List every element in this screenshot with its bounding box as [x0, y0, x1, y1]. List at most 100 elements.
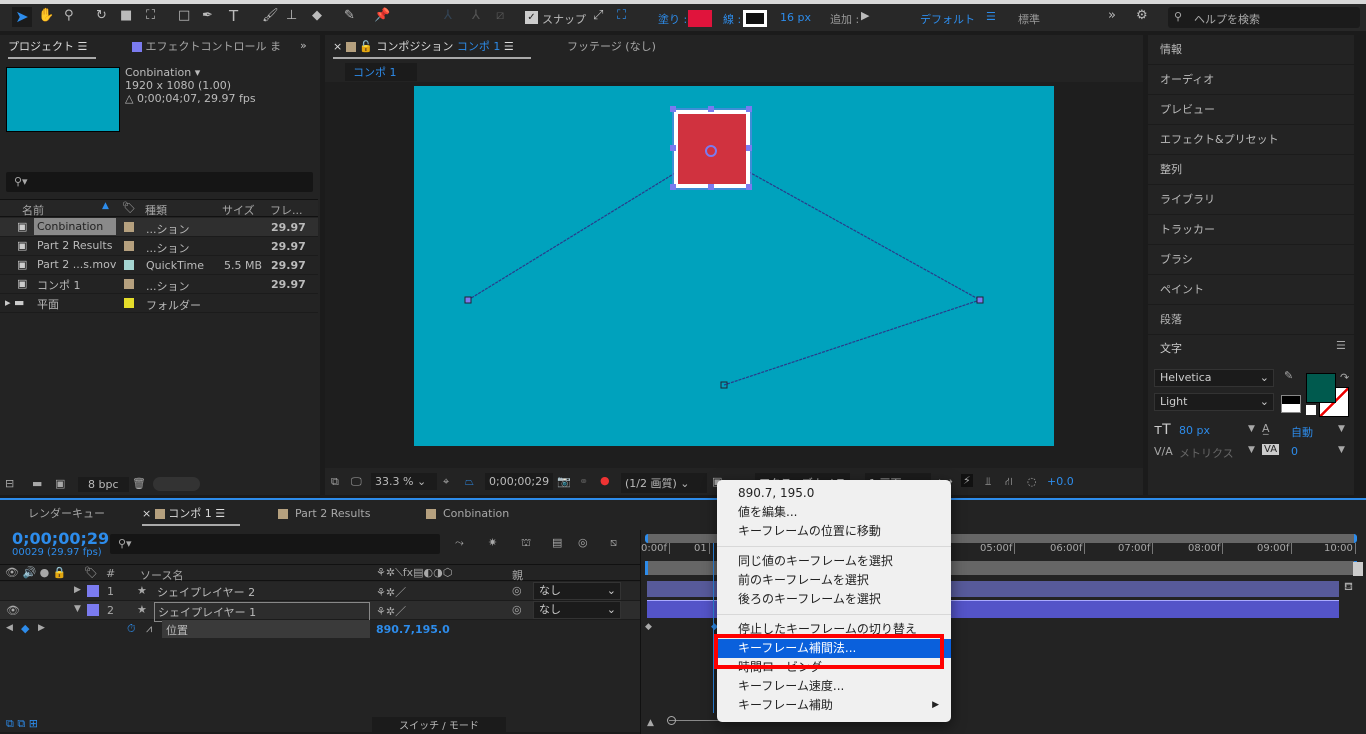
monitor-icon[interactable]: 🖵	[351, 475, 362, 489]
mask-visibility-icon[interactable]: ⏢	[465, 475, 474, 489]
shy-layers-icon[interactable]: ⛫	[521, 536, 531, 551]
panel-item[interactable]: ペイント	[1148, 275, 1354, 305]
new-composition-icon[interactable]: ▣	[55, 477, 65, 490]
zoom-tool-icon[interactable]: ⚲	[64, 8, 74, 23]
zoom-out-icon[interactable]: ▲	[647, 718, 654, 728]
pen-tool-icon[interactable]: ✒	[202, 8, 213, 23]
panel-menu-icon[interactable]: ☰	[78, 40, 88, 53]
column-fps[interactable]: フレ...	[270, 202, 303, 218]
switch-mode-toggle[interactable]: スイッチ / モード	[372, 717, 506, 732]
close-tab-icon[interactable]: ×	[333, 40, 342, 53]
exposure-value[interactable]: +0.0	[1047, 475, 1074, 488]
layer-switches[interactable]: ⚘✲／	[376, 584, 406, 600]
panel-item[interactable]: トラッカー	[1148, 215, 1354, 245]
close-tab-icon[interactable]: ×	[142, 507, 151, 520]
flowchart-icon[interactable]: ⛙	[1005, 475, 1013, 490]
camera-tool-icon[interactable]: ■	[120, 8, 132, 23]
label-tag-icon[interactable]: 🏷	[122, 201, 136, 214]
panel-item[interactable]: プレビュー	[1148, 95, 1354, 125]
font-style-dropdown[interactable]: Light ⌄	[1154, 393, 1274, 411]
tab-composition[interactable]: × 🔓 コンポジション コンポ 1 ☰	[333, 35, 531, 59]
tab-render-queue[interactable]: レンダーキュー	[28, 502, 105, 526]
comp-mini-flowchart-icon[interactable]: ⤳	[455, 536, 464, 550]
tab-comp-1[interactable]: × コンポ 1 ☰	[142, 502, 240, 526]
panel-menu-icon[interactable]: ☰	[215, 507, 225, 520]
snap-checkbox[interactable]: ✓	[525, 11, 538, 24]
label-swatch[interactable]	[87, 585, 99, 597]
project-item[interactable]: ▣ Part 2 ...s.mov QuickTime 5.5 MB 29.97	[0, 256, 318, 275]
font-size-dropdown-icon[interactable]: ▼	[1248, 424, 1255, 434]
panel-item[interactable]: 情報	[1148, 35, 1354, 65]
menu-item[interactable]: キーフレームの位置に移動	[717, 522, 951, 541]
menu-item[interactable]: キーフレーム速度...	[717, 677, 951, 696]
project-item[interactable]: ▸ ▬ 平面 フォルダー	[0, 294, 318, 313]
rectangle-tool-icon[interactable]: □	[178, 8, 190, 23]
label-swatch[interactable]	[124, 279, 134, 289]
pick-whip-icon[interactable]: ◎	[512, 603, 522, 616]
leading-dropdown-icon[interactable]: ▼	[1338, 424, 1345, 434]
font-size-value[interactable]: 80 px	[1179, 424, 1210, 437]
roto-brush-tool-icon[interactable]: ✎	[344, 8, 355, 23]
graph-editor-icon[interactable]: ⧅	[610, 536, 617, 550]
project-item[interactable]: ▣ Part 2 Results ...ション 29.97	[0, 237, 318, 256]
menu-item[interactable]: 890.7, 195.0	[717, 484, 951, 503]
interpret-footage-icon[interactable]: ⊟	[5, 477, 14, 490]
stopwatch-icon[interactable]: ⏱	[127, 622, 136, 636]
stroke-color-swatch[interactable]	[743, 10, 767, 27]
draft-3d-icon[interactable]: ✷	[488, 536, 497, 549]
panel-item[interactable]: 段落	[1148, 305, 1354, 335]
preview-name[interactable]: Conbination ▾	[125, 66, 256, 79]
new-folder-icon[interactable]: ▬	[32, 477, 42, 490]
snapshot-icon[interactable]: 📷	[557, 475, 571, 488]
label-swatch[interactable]	[87, 604, 99, 616]
snap-edges-icon[interactable]: ⤢	[593, 8, 603, 23]
path-keyframe-point[interactable]	[464, 296, 472, 304]
panel-item[interactable]: ブラシ	[1148, 245, 1354, 275]
workspace-default[interactable]: デフォルト	[920, 11, 975, 27]
add-keyframe-icon[interactable]: ◆	[21, 622, 29, 635]
comp-subtab[interactable]: コンポ 1	[345, 63, 417, 81]
tracking-value[interactable]: 0	[1291, 445, 1298, 458]
kerning-dropdown-icon[interactable]: ▼	[1248, 445, 1255, 455]
layer-name[interactable]: シェイプレイヤー 1	[154, 602, 370, 622]
resolution-dropdown[interactable]: (1/2 画質) ⌄	[621, 473, 707, 493]
eyedropper-icon[interactable]: ✎	[1284, 369, 1293, 382]
channel-icon[interactable]: ●	[600, 474, 610, 487]
clone-stamp-tool-icon[interactable]: ⊥	[286, 8, 297, 23]
comp-canvas[interactable]	[414, 86, 1054, 446]
type-tool-icon[interactable]: T	[229, 7, 238, 25]
label-swatch[interactable]	[124, 298, 134, 308]
column-name[interactable]: 名前	[22, 202, 44, 218]
sync-settings-icon[interactable]: ⚙	[1136, 8, 1148, 23]
label-swatch[interactable]	[124, 222, 134, 232]
axis-world-icon[interactable]: ⅄	[472, 8, 480, 23]
puppet-pin-tool-icon[interactable]: 📌	[374, 8, 390, 23]
help-search-input[interactable]: ⚲ ヘルプを検索	[1168, 7, 1360, 28]
font-family-dropdown[interactable]: Helvetica ⌄	[1154, 369, 1274, 387]
menu-item[interactable]: キーフレーム補助 ▶	[717, 696, 951, 715]
parent-dropdown[interactable]: なし ⌄	[533, 582, 621, 600]
menu-item[interactable]: 値を編集...	[717, 503, 951, 522]
layer-row[interactable]: ▶ 1 ★ シェイプレイヤー 2 ⚘✲／ ◎ なし ⌄	[0, 582, 640, 601]
timeline-zoom-handle[interactable]	[667, 716, 676, 725]
show-snapshot-icon[interactable]: ⚭	[579, 475, 588, 488]
menu-item[interactable]: 後ろのキーフレームを選択	[717, 590, 951, 609]
tracking-dropdown-icon[interactable]: ▼	[1338, 445, 1345, 455]
tab-project[interactable]: プロジェクト ☰	[8, 35, 96, 59]
graph-icon[interactable]: ⩘	[146, 622, 152, 636]
layer-name[interactable]: シェイプレイヤー 2	[154, 583, 258, 601]
column-source-name[interactable]: ソース名	[140, 567, 183, 583]
timeline-search-input[interactable]: ⚲▾	[110, 534, 440, 554]
project-item[interactable]: ▣ コンポ 1 ...ション 29.97	[0, 275, 318, 294]
trash-icon[interactable]: 🗑	[132, 477, 146, 490]
red-square-shape[interactable]	[674, 110, 750, 188]
pick-whip-icon[interactable]: ◎	[512, 584, 522, 597]
expand-toggle-icon[interactable]: ▼	[74, 604, 81, 614]
panel-menu-icon[interactable]: ☰	[504, 40, 514, 53]
label-swatch[interactable]	[124, 260, 134, 270]
brush-tool-icon[interactable]: 🖌	[262, 8, 279, 23]
property-value[interactable]: 890.7,195.0	[376, 623, 450, 636]
current-time-field[interactable]: 0;00;00;29	[485, 473, 554, 490]
prev-keyframe-icon[interactable]: ◀	[6, 623, 13, 633]
menu-item[interactable]: 同じ値のキーフレームを選択	[717, 552, 951, 571]
